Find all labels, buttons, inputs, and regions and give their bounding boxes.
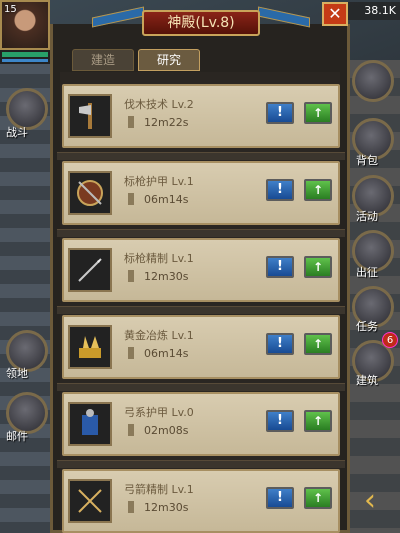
research-time: 12m30s [144,501,189,514]
research-item[interactable]: 弓系护甲 Lv.0 02m08s ! ↑ [62,392,340,456]
research-time: 02m08s [144,424,189,437]
info-button[interactable]: ! [266,487,294,509]
scroll-icon [128,116,134,128]
scroll-icon [128,347,134,359]
row-divider [57,152,345,160]
battle-label: 战斗 [6,126,28,139]
map-button[interactable] [352,60,394,102]
research-time: 12m22s [144,116,189,129]
info-button[interactable]: ! [266,179,294,201]
resource-counter: 38.1K [348,2,400,20]
game-screen: 15 38.1K 战斗 领地 邮件 背包 活动 出征 任务 建筑 6 ‹ 神殿(… [0,0,400,533]
research-name: 伐木技术 Lv.2 [124,98,194,111]
scroll-icon [128,193,134,205]
spear-icon [68,248,112,292]
research-name: 弓系护甲 Lv.0 [124,406,194,419]
research-time: 06m14s [144,347,189,360]
player-status-bars [0,50,50,64]
research-item[interactable]: 标枪护甲 Lv.1 06m14s ! ↑ [62,161,340,225]
armor-icon [68,402,112,446]
upgrade-button[interactable]: ↑ [304,179,332,201]
research-item[interactable]: 伐木技术 Lv.2 12m22s ! ↑ [62,84,340,148]
row-divider [57,306,345,314]
research-name: 标枪护甲 Lv.1 [124,175,194,188]
info-button[interactable]: ! [266,256,294,278]
research-item[interactable]: 弓箭精制 Lv.1 12m30s ! ↑ [62,469,340,533]
territory-label: 领地 [6,367,28,380]
axe-icon [68,94,112,138]
scroll-icon [128,270,134,282]
research-item[interactable]: 标枪精制 Lv.1 12m30s ! ↑ [62,238,340,302]
player-avatar[interactable]: 15 [0,0,50,50]
tab-build[interactable]: 建造 [72,49,134,71]
research-name: 标枪精制 Lv.1 [124,252,194,265]
research-time: 06m14s [144,193,189,206]
info-button[interactable]: ! [266,333,294,355]
upgrade-button[interactable]: ↑ [304,410,332,432]
player-level: 15 [4,4,17,15]
upgrade-button[interactable]: ↑ [304,487,332,509]
arrows-icon [68,479,112,523]
row-divider [57,229,345,237]
back-arrow-icon[interactable]: ‹ [364,483,390,519]
health-bar [2,52,48,57]
scroll-icon [128,501,134,513]
quest-label: 任务 [356,320,378,333]
bag-label: 背包 [356,154,378,167]
row-divider [57,460,345,468]
tab-research[interactable]: 研究 [138,49,200,71]
research-item[interactable]: 黄金冶炼 Lv.1 06m14s ! ↑ [62,315,340,379]
scroll-icon [128,424,134,436]
mail-label: 邮件 [6,430,28,443]
march-label: 出征 [356,266,378,279]
notification-badge: 6 [382,332,398,348]
building-label: 建筑 [356,374,378,387]
event-label: 活动 [356,210,378,223]
research-name: 黄金冶炼 Lv.1 [124,329,194,342]
upgrade-button[interactable]: ↑ [304,102,332,124]
research-name: 弓箭精制 Lv.1 [124,483,194,496]
shield-icon [68,171,112,215]
research-time: 12m30s [144,270,189,283]
info-button[interactable]: ! [266,102,294,124]
info-button[interactable]: ! [266,410,294,432]
row-divider [57,383,345,391]
upgrade-button[interactable]: ↑ [304,256,332,278]
panel-title: 神殿(Lv.8) [142,10,260,36]
upgrade-button[interactable]: ↑ [304,333,332,355]
experience-bar [2,59,48,62]
gold-icon [68,325,112,369]
close-button[interactable]: ✕ [322,2,348,26]
